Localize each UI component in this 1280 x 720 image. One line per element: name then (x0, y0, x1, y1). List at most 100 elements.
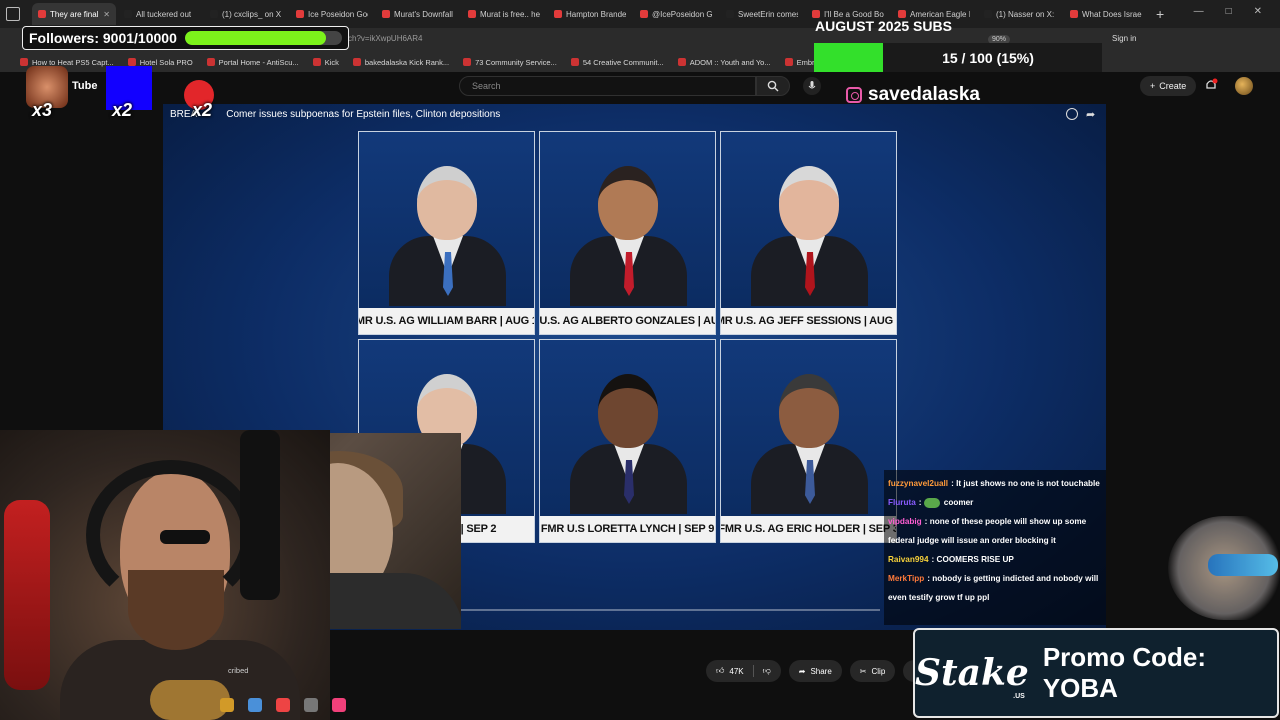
scissors-icon: ✂ (859, 666, 867, 676)
share-label: Share (810, 666, 832, 676)
tab-favicon-icon (210, 10, 218, 18)
chat-text: coomer (943, 498, 974, 507)
chat-text: COOMERS RISE UP (936, 555, 1014, 564)
portrait-head (779, 374, 839, 448)
bookmark-favicon-icon (206, 58, 215, 66)
portrait-head (779, 166, 839, 240)
tab-favicon-icon (124, 10, 132, 18)
video-actions: 👍︎ 47K 👎︎ ➦ Share ✂ Clip ▯ (706, 660, 928, 682)
chat-username[interactable]: vipdabig (888, 517, 922, 526)
tab-favicon-icon (726, 10, 734, 18)
browser-tab[interactable]: They are finall ✕ (32, 3, 116, 25)
chat-username[interactable]: fuzzynavel2uall (888, 479, 948, 488)
taskbar-icons (220, 698, 346, 718)
tab-label: Ice Poseidon Goe (308, 9, 368, 19)
instagram-handle: savedalaska (846, 84, 980, 106)
bookmark-favicon-icon (784, 58, 793, 66)
youtube-logo[interactable]: Tube (72, 80, 97, 92)
stream-chat: fuzzynavel2uall: It just shows no one is… (884, 470, 1106, 625)
search-button[interactable] (756, 76, 790, 96)
folder-icon[interactable] (220, 698, 234, 712)
portrait-caption: FMR U.S. AG ALBERTO GONZALES | AUG 26 (540, 308, 715, 334)
tab-favicon-icon (382, 10, 390, 18)
plus-icon: + (1150, 81, 1156, 91)
stake-logo: Stake .US (915, 652, 1029, 700)
browser-tab[interactable]: SweetErin comes (720, 3, 804, 25)
video-progress-bar[interactable] (460, 609, 880, 611)
notifications-bell-icon[interactable] (1204, 78, 1218, 92)
share-button[interactable]: ➦ Share (788, 660, 842, 682)
like-button[interactable]: 👍︎ 47K 👎︎ (706, 660, 781, 682)
chat-username[interactable]: MerkTipp (888, 574, 924, 583)
browser-tab[interactable]: @IcePoseidon G (634, 3, 718, 25)
bookmark-favicon-icon (312, 58, 321, 66)
share-icon: ➦ (798, 666, 806, 676)
bookmark-item[interactable]: Kick (312, 58, 339, 67)
promo-code: Promo Code: YOBA (1042, 642, 1207, 703)
bookmark-favicon-icon (463, 58, 472, 66)
search-input[interactable]: Search (459, 76, 756, 96)
create-button[interactable]: + Create (1140, 76, 1197, 96)
browser-icon[interactable] (276, 698, 290, 712)
tab-label: (1) cxclips_ on X (222, 9, 282, 19)
browser-tab[interactable]: Murat is free.. he (462, 3, 546, 25)
browser-tab[interactable]: Murat's Downfall (376, 3, 460, 25)
bookmark-item[interactable]: Portal Home - AntiScu... (206, 58, 299, 67)
new-tab-icon[interactable]: + (1156, 6, 1164, 22)
tab-favicon-icon (468, 10, 476, 18)
clip-label: Clip (871, 666, 886, 676)
voice-search-button[interactable] (803, 77, 821, 95)
window-menu-icon[interactable] (6, 7, 20, 21)
subscribed-label[interactable]: cribed (228, 666, 248, 675)
microphone-icon (808, 81, 816, 89)
create-label: Create (1159, 81, 1187, 91)
alert-avatar (1168, 516, 1280, 620)
chat-username[interactable]: Fluruta (888, 498, 916, 507)
app-icon[interactable] (304, 698, 318, 712)
browser-tab[interactable]: Hampton Brande (548, 3, 632, 25)
portrait-photo (751, 374, 868, 514)
close-window-icon[interactable]: ✕ (1254, 6, 1262, 17)
thumbs-down-icon[interactable]: 👎︎ (763, 666, 771, 676)
goggles-graphic (1208, 554, 1278, 576)
music-icon[interactable] (332, 698, 346, 712)
close-tab-icon[interactable]: ✕ (103, 10, 110, 19)
chat-username[interactable]: Raivan994 (888, 555, 929, 564)
video-title-text: Comer issues subpoenas for Epstein files… (226, 109, 501, 120)
browser-tab[interactable]: (1) cxclips_ on X (204, 3, 288, 25)
maximize-icon[interactable]: □ (1226, 6, 1232, 17)
streamer-webcam (0, 430, 330, 720)
bookmark-item[interactable]: bakedalaska Kick Rank... (352, 58, 449, 67)
subs-count: 15 / 100 (15%) (942, 49, 1034, 66)
app-icon[interactable] (248, 698, 262, 712)
tab-label: All tuckered out (136, 9, 192, 19)
followers-progress-bar (184, 31, 342, 45)
share-arrow-icon[interactable]: ➦ (1086, 108, 1095, 121)
multiplier-2: x2 (112, 100, 133, 120)
multiplier-3: x2 (192, 100, 213, 120)
portrait-head (598, 166, 658, 240)
profile-avatar[interactable] (1235, 77, 1253, 95)
bookmark-favicon-icon (677, 58, 686, 66)
url-field[interactable]: ch?v=ikXwpUH6AR4 (348, 34, 422, 43)
subs-progress-bar: 15 / 100 (15%) (814, 43, 1102, 72)
sign-in-button[interactable]: Sign in (1112, 34, 1136, 43)
tab-favicon-icon (554, 10, 562, 18)
bookmark-label: 73 Community Service... (475, 57, 557, 67)
tab-favicon-icon (296, 10, 304, 18)
portrait-caption: FMR U.S LORETTA LYNCH | SEP 9 (540, 516, 715, 542)
browser-tab[interactable]: Ice Poseidon Goe (290, 3, 374, 25)
bookmark-item[interactable]: 54 Creative Communit... (570, 58, 664, 67)
browser-tab[interactable]: All tuckered out (118, 3, 202, 25)
followers-goal: Followers: 9001/10000 (22, 26, 349, 50)
subs-goal: AUGUST 2025 SUBS 15 / 100 (15%) (814, 17, 1104, 73)
tab-label: SweetErin comes (738, 9, 798, 19)
bookmark-item[interactable]: ADOM :: Youth and Yo... (677, 58, 771, 67)
minimize-icon[interactable]: — (1194, 6, 1204, 17)
watch-later-icon[interactable] (1066, 108, 1078, 120)
official-portrait-card: FMR U.S. AG ERIC HOLDER | SEP 3 (720, 339, 897, 543)
bookmark-item[interactable]: 73 Community Service... (463, 58, 557, 67)
instagram-icon (846, 87, 862, 103)
clip-button[interactable]: ✂ Clip (849, 660, 896, 682)
official-portrait-card: FMR U.S. AG ALBERTO GONZALES | AUG 26 (539, 131, 716, 335)
